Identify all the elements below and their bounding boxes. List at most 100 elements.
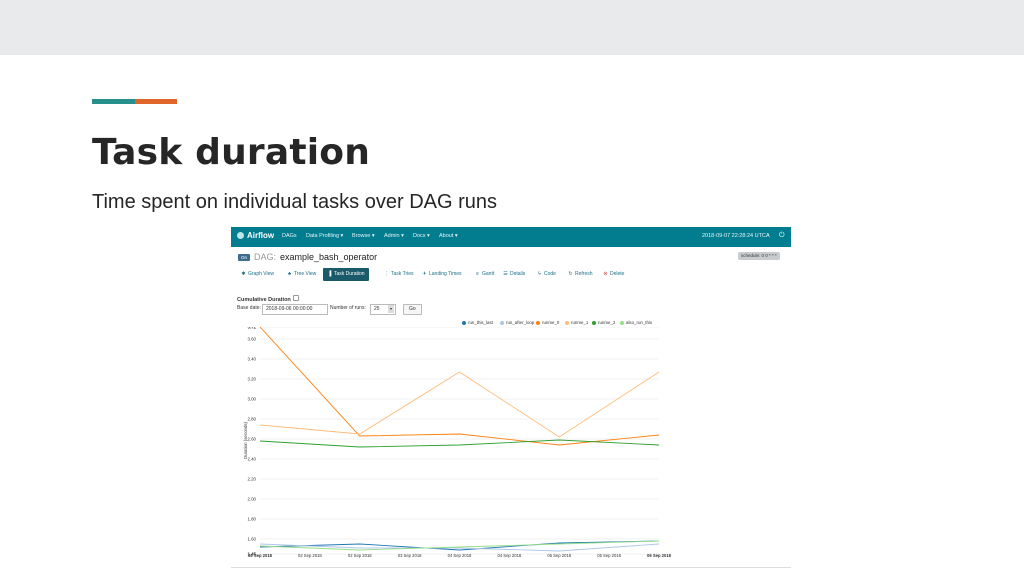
tab-landing-times-label: Landing Times (429, 271, 462, 277)
tries-icon: ⋮ (384, 271, 389, 277)
legend-dot-icon (462, 320, 466, 325)
x-tick-label: 02 Sep 2018 (298, 553, 322, 558)
airflow-screenshot: Airflow DAGs Data Profiling ▾ Browse ▾ A… (231, 227, 791, 568)
y-tick-label: 2.80 (247, 417, 256, 422)
legend-item[interactable]: runme_2 (592, 320, 615, 325)
legend-label: runme_1 (571, 320, 589, 325)
legend-dot-icon (536, 320, 540, 325)
y-tick-label: 2.20 (247, 477, 256, 482)
legend-item[interactable]: run_after_loop (500, 320, 534, 325)
airflow-navbar: Airflow DAGs Data Profiling ▾ Browse ▾ A… (231, 227, 791, 247)
y-axis-label: Duration (seconds) (243, 421, 248, 459)
x-tick-label: 04 Sep 2018 (497, 553, 521, 558)
y-tick-label: 2.60 (247, 437, 256, 442)
pinwheel-icon (237, 232, 244, 239)
cumulative-checkbox[interactable] (292, 295, 299, 301)
task-duration-chart: 1.451.601.802.002.202.402.602.803.003.20… (243, 327, 672, 558)
tab-task-tries[interactable]: ⋮ Task Tries (384, 268, 414, 281)
tab-refresh[interactable]: ↻ Refresh (568, 268, 593, 281)
nav-menu-dags[interactable]: DAGs (282, 233, 297, 239)
tab-details[interactable]: ☰ Details (503, 268, 525, 281)
cumulative-duration-heading: Cumulative Duration (237, 295, 299, 303)
asterisk-icon: ✱ (241, 271, 246, 277)
nav-menu-docs[interactable]: Docs ▾ (413, 233, 430, 239)
base-date-input[interactable]: 2018-09-06 00:00:00 (262, 304, 328, 315)
dag-id: example_bash_operator (280, 252, 378, 262)
tab-refresh-label: Refresh (575, 271, 593, 277)
slide-title: Task duration (92, 132, 371, 173)
x-tick-label: 02 Sep 2018 (348, 553, 372, 558)
nav-menu-about-label: About (439, 233, 454, 239)
nav-menu-data-profiling[interactable]: Data Profiling ▾ (306, 233, 343, 239)
slide-subtitle: Time spent on individual tasks over DAG … (92, 191, 497, 213)
nav-menu-browse[interactable]: Browse ▾ (352, 233, 375, 239)
y-tick-label: 3.60 (247, 337, 256, 342)
tab-delete-label: Delete (610, 271, 625, 277)
tab-graph-view[interactable]: ✱ Graph View (241, 268, 274, 281)
series-line-runme-0 (259, 327, 660, 446)
chevron-down-icon: ▾ (388, 305, 394, 313)
airflow-brand[interactable]: Airflow (237, 231, 274, 240)
accent-bar-orange (135, 99, 177, 104)
nav-menu-docs-label: Docs (413, 233, 426, 239)
dag-header: On DAG: example_bash_operator schedule: … (238, 252, 788, 264)
legend-label: runme_0 (542, 320, 560, 325)
tab-task-duration[interactable]: ▐ Task Duration (323, 268, 369, 281)
go-button[interactable]: Go (403, 304, 422, 315)
legend-dot-icon (500, 320, 504, 325)
legend-label: also_run_this (626, 320, 653, 325)
nav-menu-data-profiling-label: Data Profiling (306, 233, 340, 239)
nav-menu-about[interactable]: About ▾ (439, 233, 458, 239)
language-icon[interactable]: A (766, 233, 770, 239)
tab-code[interactable]: ϟ Code (537, 268, 556, 281)
tab-graph-view-label: Graph View (248, 271, 275, 277)
legend-label: run_after_loop (506, 320, 535, 325)
x-tick-label: 06 Sep 2018 (647, 553, 672, 558)
tab-tree-view-label: Tree View (294, 271, 317, 277)
x-tick-label: 03 Sep 2018 (398, 553, 422, 558)
logout-icon[interactable]: ⏻ (779, 232, 785, 240)
plane-icon: ✈ (422, 271, 427, 277)
nav-menu-admin-label: Admin (384, 233, 400, 239)
tab-tree-view[interactable]: ♣ Tree View (287, 268, 316, 281)
gantt-icon: ≡ (476, 271, 479, 277)
schedule-badge: schedule: 0 0 * * * (738, 252, 780, 260)
tab-task-duration-label: Task Duration (334, 271, 365, 277)
dag-label: DAG: (254, 252, 277, 262)
nav-menu-admin[interactable]: Admin ▾ (384, 233, 404, 239)
slide-top-bar (0, 0, 1024, 55)
nav-timestamp: 2018-09-07 22:28:24 UTC (702, 233, 766, 239)
legend-item[interactable]: runme_0 (536, 320, 559, 325)
y-tick-label: 3.40 (247, 357, 256, 362)
y-tick-label: 3.72 (247, 327, 256, 330)
flash-icon: ϟ (538, 271, 541, 277)
tab-code-label: Code (544, 271, 556, 277)
y-tick-label: 1.80 (247, 517, 256, 522)
legend-label: run_this_last (468, 320, 493, 325)
x-tick-label: 05 Sep 2018 (597, 553, 621, 558)
tab-gantt-label: Gantt (482, 271, 495, 277)
tab-delete[interactable]: ⊗ Delete (603, 268, 624, 281)
x-tick-label: 05 Sep 2018 (547, 553, 571, 558)
tab-details-label: Details (510, 271, 526, 277)
y-tick-label: 1.60 (247, 537, 256, 542)
accent-bar-teal (92, 99, 135, 104)
legend-dot-icon (565, 320, 569, 325)
num-runs-select[interactable]: 25 ▾ (370, 304, 396, 315)
dag-toggle-badge[interactable]: On (238, 254, 250, 261)
legend-item[interactable]: also_run_this (620, 320, 652, 325)
legend-item[interactable]: runme_1 (565, 320, 588, 325)
num-runs-label: Number of runs: (330, 305, 366, 311)
refresh-icon: ↻ (568, 271, 573, 277)
brand-label: Airflow (247, 231, 275, 240)
legend-dot-icon (592, 320, 596, 325)
tree-icon: ♣ (287, 271, 292, 277)
legend-item[interactable]: run_this_last (462, 320, 493, 325)
list-icon: ☰ (503, 271, 508, 277)
y-tick-label: 2.40 (247, 457, 256, 462)
y-tick-label: 3.00 (247, 397, 256, 402)
legend-label: runme_2 (598, 320, 616, 325)
x-tick-label: 02 Sep 2018 (248, 553, 273, 558)
tab-gantt[interactable]: ≡ Gantt (475, 268, 494, 281)
tab-landing-times[interactable]: ✈ Landing Times (422, 268, 462, 281)
